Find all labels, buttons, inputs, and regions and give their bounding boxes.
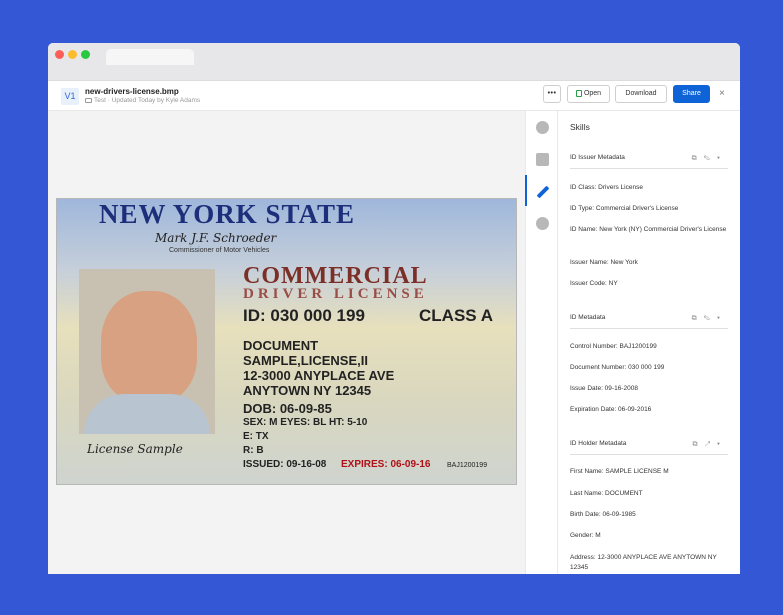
license-signature: License Sample: [87, 442, 183, 456]
section-id-metadata: ID Metadata ⧉✎▾: [570, 311, 728, 329]
skills-icon[interactable]: [536, 185, 550, 199]
license-issued: ISSUED: 09-16-08: [243, 459, 327, 470]
field-birth-date: Birth Date: 06-09-1985: [570, 511, 636, 518]
license-photo: [79, 269, 215, 434]
license-shirt: [84, 394, 210, 434]
license-physical: SEX: M EYES: BL HT: 5-10: [243, 417, 368, 428]
updated-text: Updated Today by Kyle Adams: [111, 97, 201, 104]
license-class: CLASS A: [419, 306, 493, 325]
more-options-button[interactable]: •••: [543, 85, 561, 103]
field-address: Address: 12-3000 ANYPLACE AVE ANYTOWN NY…: [570, 554, 717, 571]
license-line-2: SAMPLE,LICENSE,II: [243, 353, 368, 368]
section-title: ID Metadata: [570, 314, 606, 321]
drivers-license-image: NEW YORK STATE Mark J.F. Schroeder Commi…: [56, 198, 517, 485]
section-id-holder-metadata: ID Holder Metadata ⧉↗▾: [570, 437, 728, 455]
preview-header: V1 new-drivers-license.bmp Test · Update…: [48, 81, 740, 111]
license-commissioner: Commissioner of Motor Vehicles: [169, 247, 270, 254]
browser-tab[interactable]: [106, 49, 194, 65]
minimize-window-dot[interactable]: [68, 50, 77, 59]
field-gender: Gender: M: [570, 532, 601, 539]
open-file-icon: [575, 89, 582, 97]
close-icon[interactable]: ×: [719, 85, 725, 103]
file-name: new-drivers-license.bmp: [85, 87, 179, 96]
license-state: NEW YORK STATE: [99, 199, 356, 229]
browser-titlebar: [48, 43, 740, 81]
file-preview-window: V1 new-drivers-license.bmp Test · Update…: [48, 43, 740, 574]
field-issue-date: Issue Date: 09-16-2008: [570, 385, 638, 392]
share-button[interactable]: Share: [673, 85, 710, 103]
license-line-1: DOCUMENT: [243, 338, 319, 353]
file-subline: Test · Updated Today by Kyle Adams: [85, 97, 200, 104]
section-actions[interactable]: ⧉✎▾: [692, 315, 727, 323]
license-expires: EXPIRES: 06-09-16: [341, 459, 431, 470]
comment-icon[interactable]: [536, 121, 549, 134]
maximize-window-dot[interactable]: [81, 50, 90, 59]
details-icon[interactable]: [536, 153, 549, 166]
field-id-class: ID Class: Drivers License: [570, 184, 643, 191]
field-expiration-date: Expiration Date: 06-09-2016: [570, 406, 652, 413]
license-dob: DOB: 06-09-85: [243, 401, 332, 416]
field-first-name: First Name: SAMPLE LICENSE M: [570, 468, 669, 475]
field-issuer-name: Issuer Name: New York: [570, 259, 638, 266]
license-face: [101, 291, 197, 403]
field-control-number: Control Number: BAJ1200199: [570, 343, 657, 350]
folder-name[interactable]: Test: [94, 97, 106, 104]
license-endorsement: E: TX: [243, 431, 269, 442]
field-last-name: Last Name: DOCUMENT: [570, 490, 643, 497]
license-serial: BAJ1200199: [447, 462, 488, 469]
version-badge[interactable]: V1: [61, 88, 79, 105]
download-button[interactable]: Download: [615, 85, 667, 103]
activity-icon[interactable]: [536, 217, 549, 230]
section-actions[interactable]: ⧉✎▾: [692, 155, 727, 163]
section-title: ID Holder Metadata: [570, 440, 627, 447]
preview-canvas: NEW YORK STATE Mark J.F. Schroeder Commi…: [48, 111, 525, 574]
folder-icon: [85, 97, 92, 103]
license-restriction: R: B: [243, 445, 264, 456]
field-id-name: ID Name: New York (NY) Commercial Driver…: [570, 226, 727, 233]
field-issuer-code: Issuer Code: NY: [570, 280, 618, 287]
active-tab-indicator: [525, 175, 527, 206]
field-id-type: ID Type: Commercial Driver's License: [570, 205, 679, 212]
sidebar-nav: [525, 111, 558, 574]
commissioner-signature: Mark J.F. Schroeder: [155, 231, 277, 245]
field-document-number: Document Number: 030 000 199: [570, 364, 665, 371]
license-type-sub: DRIVER LICENSE: [243, 286, 428, 302]
section-id-issuer-metadata: ID Issuer Metadata ⧉✎▾: [570, 151, 728, 169]
skills-title: Skills: [570, 122, 590, 132]
section-actions[interactable]: ⧉↗▾: [692, 441, 727, 449]
skills-panel: Skills ID Issuer Metadata ⧉✎▾ ID Class: …: [558, 111, 740, 574]
license-line-3: 12-3000 ANYPLACE AVE: [243, 368, 395, 383]
section-title: ID Issuer Metadata: [570, 154, 625, 161]
license-id: ID: 030 000 199: [243, 306, 365, 325]
license-line-4: ANYTOWN NY 12345: [243, 383, 372, 398]
open-button[interactable]: Open: [567, 85, 610, 103]
close-window-dot[interactable]: [55, 50, 64, 59]
open-label: Open: [583, 90, 602, 97]
